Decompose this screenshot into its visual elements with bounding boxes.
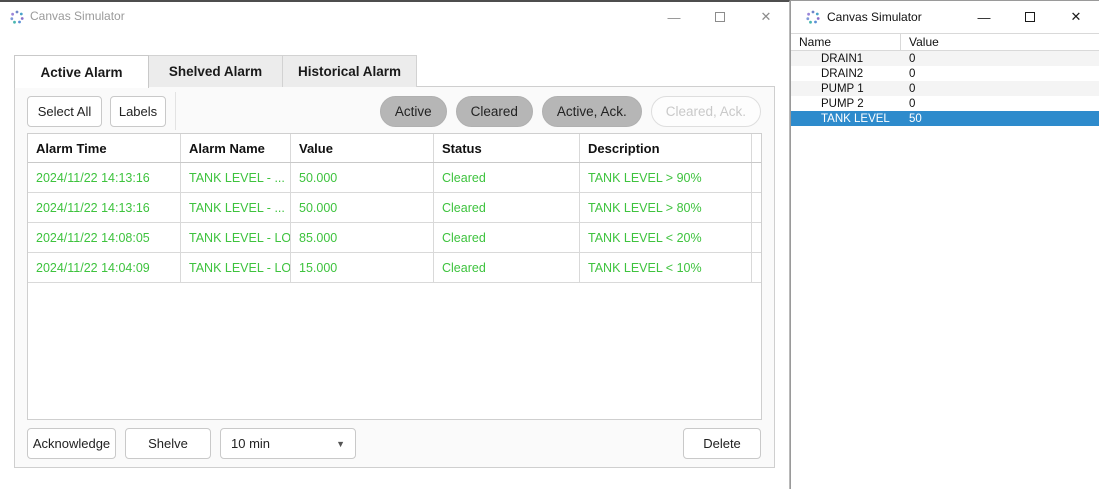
alarm-cell-filler — [752, 163, 761, 192]
filter-pill-cleared-ack[interactable]: Cleared, Ack. — [651, 96, 761, 127]
alarm-cell: Cleared — [434, 223, 580, 252]
alarm-cell: 50.000 — [291, 193, 434, 222]
alarm-table-body: 2024/11/22 14:13:16TANK LEVEL - ...50.00… — [28, 163, 761, 283]
active-alarm-pane: Select All Labels Active Cleared Active, A… — [14, 86, 775, 468]
tag-value: 0 — [901, 51, 1099, 66]
tag-name: DRAIN2 — [791, 66, 901, 81]
app-icon — [805, 9, 821, 25]
maximize-glyph — [1025, 12, 1035, 22]
tag-row-drain2[interactable]: DRAIN20 — [791, 66, 1099, 81]
alarm-cell: TANK LEVEL < 10% — [580, 253, 752, 282]
column-header-status[interactable]: Status — [434, 134, 580, 162]
alarm-cell: TANK LEVEL - ... — [181, 193, 291, 222]
alarm-cell: TANK LEVEL - ... — [181, 163, 291, 192]
alarm-table-row[interactable]: 2024/11/22 14:08:05TANK LEVEL - LOW85.00… — [28, 223, 761, 253]
tab-bar: Active Alarm Shelved Alarm Historical Al… — [14, 55, 417, 87]
column-header-value[interactable]: Value — [901, 34, 1099, 50]
tag-row-drain1[interactable]: DRAIN10 — [791, 51, 1099, 66]
filter-pill-cleared[interactable]: Cleared — [456, 96, 533, 127]
column-header-alarm-name[interactable]: Alarm Name — [181, 134, 291, 162]
alarm-cell: 2024/11/22 14:04:09 — [28, 253, 181, 282]
window-controls: — ✕ — [651, 2, 789, 32]
tag-table-body: DRAIN10DRAIN20PUMP 10PUMP 20TANK LEVEL50 — [791, 51, 1099, 126]
tag-row-pump-2[interactable]: PUMP 20 — [791, 96, 1099, 111]
alarm-cell: 2024/11/22 14:13:16 — [28, 163, 181, 192]
tag-name: TANK LEVEL — [791, 111, 901, 126]
alarm-cell: TANK LEVEL > 80% — [580, 193, 752, 222]
maximize-icon[interactable] — [697, 2, 743, 32]
shelve-duration-value: 10 min — [231, 436, 270, 451]
filter-pill-active[interactable]: Active — [380, 96, 447, 127]
minimize-icon[interactable]: — — [651, 2, 697, 32]
alarm-table-row[interactable]: 2024/11/22 14:13:16TANK LEVEL - ...50.00… — [28, 193, 761, 223]
alarm-cell: TANK LEVEL > 90% — [580, 163, 752, 192]
maximize-icon[interactable] — [1007, 1, 1053, 33]
close-icon[interactable]: ✕ — [1053, 1, 1099, 33]
column-header-value[interactable]: Value — [291, 134, 434, 162]
desktop: Canvas Simulator — ✕ Active Alarm Shelve… — [0, 0, 1099, 489]
tag-name: PUMP 2 — [791, 96, 901, 111]
chevron-down-icon: ▼ — [336, 439, 345, 449]
tag-table-header: Name Value — [791, 33, 1099, 51]
app-icon — [9, 9, 25, 25]
alarm-table-row[interactable]: 2024/11/22 14:04:09TANK LEVEL - LO...15.… — [28, 253, 761, 283]
alarm-cell: 50.000 — [291, 163, 434, 192]
tag-value: 50 — [901, 111, 1099, 126]
tag-value: 0 — [901, 66, 1099, 81]
tag-row-pump-1[interactable]: PUMP 10 — [791, 81, 1099, 96]
maximize-glyph — [715, 12, 725, 22]
alarm-cell-filler — [752, 253, 761, 282]
window-title: Canvas Simulator — [827, 10, 922, 24]
column-header-description[interactable]: Description — [580, 134, 752, 162]
alarm-window: Canvas Simulator — ✕ Active Alarm Shelve… — [0, 0, 790, 489]
filter-pill-active-ack[interactable]: Active, Ack. — [542, 96, 642, 127]
minimize-icon[interactable]: — — [961, 1, 1007, 33]
shelve-button[interactable]: Shelve — [125, 428, 211, 459]
filter-pills: Active Cleared Active, Ack. Cleared, Ack. — [380, 96, 761, 127]
alarm-cell: TANK LEVEL - LO... — [181, 253, 291, 282]
select-all-button[interactable]: Select All — [27, 96, 102, 127]
alarm-table-row[interactable]: 2024/11/22 14:13:16TANK LEVEL - ...50.00… — [28, 163, 761, 193]
close-icon[interactable]: ✕ — [743, 2, 789, 32]
alarm-cell: 2024/11/22 14:08:05 — [28, 223, 181, 252]
alarm-cell: TANK LEVEL - LOW — [181, 223, 291, 252]
tab-shelved-alarm[interactable]: Shelved Alarm — [149, 55, 283, 87]
alarm-cell: 15.000 — [291, 253, 434, 282]
alarm-window-titlebar[interactable]: Canvas Simulator — ✕ — [0, 2, 789, 32]
alarm-table-header: Alarm Time Alarm Name Value Status Descr… — [28, 134, 761, 163]
alarm-cell-filler — [752, 223, 761, 252]
column-header-filler — [752, 134, 761, 162]
column-header-alarm-time[interactable]: Alarm Time — [28, 134, 181, 162]
labels-button[interactable]: Labels — [110, 96, 166, 127]
window-controls: — ✕ — [961, 1, 1099, 31]
alarm-cell: 2024/11/22 14:13:16 — [28, 193, 181, 222]
window-title: Canvas Simulator — [30, 9, 125, 23]
tag-table: Name Value DRAIN10DRAIN20PUMP 10PUMP 20T… — [791, 33, 1099, 126]
tab-historical-alarm[interactable]: Historical Alarm — [283, 55, 417, 87]
simulator-window-titlebar[interactable]: Canvas Simulator — ✕ — [791, 1, 1099, 33]
alarm-cell: Cleared — [434, 253, 580, 282]
column-header-name[interactable]: Name — [791, 34, 901, 50]
tag-row-tank-level[interactable]: TANK LEVEL50 — [791, 111, 1099, 126]
toolbar-separator — [175, 92, 176, 130]
tag-value: 0 — [901, 81, 1099, 96]
alarm-cell: 85.000 — [291, 223, 434, 252]
shelve-duration-select[interactable]: 10 min ▼ — [220, 428, 356, 459]
tag-name: PUMP 1 — [791, 81, 901, 96]
alarm-cell: Cleared — [434, 193, 580, 222]
alarm-cell: Cleared — [434, 163, 580, 192]
simulator-window: Canvas Simulator — ✕ Name Value DRAIN10D… — [790, 0, 1099, 489]
alarm-cell-filler — [752, 193, 761, 222]
acknowledge-button[interactable]: Acknowledge — [27, 428, 116, 459]
alarm-cell: TANK LEVEL < 20% — [580, 223, 752, 252]
tab-active-alarm[interactable]: Active Alarm — [14, 55, 149, 88]
tag-name: DRAIN1 — [791, 51, 901, 66]
delete-button[interactable]: Delete — [683, 428, 761, 459]
tag-value: 0 — [901, 96, 1099, 111]
alarm-table: Alarm Time Alarm Name Value Status Descr… — [27, 133, 762, 420]
